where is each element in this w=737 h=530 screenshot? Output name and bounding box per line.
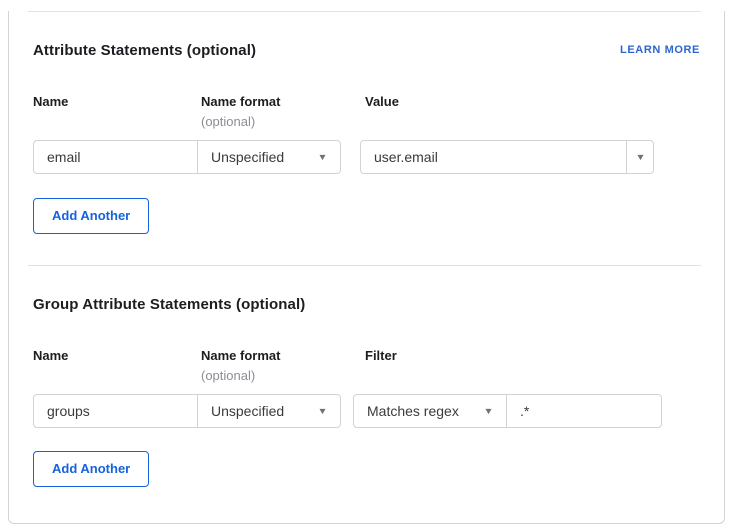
group-attribute-statements-title: Group Attribute Statements (optional) <box>33 296 305 313</box>
value-column-label: Value <box>365 92 399 112</box>
attribute-statements-title: Attribute Statements (optional) <box>33 42 256 59</box>
add-another-group-attribute-button[interactable]: Add Another <box>33 451 149 487</box>
chevron-down-icon: ▼ <box>635 153 645 162</box>
section-divider <box>28 265 701 266</box>
name-format-optional-note: (optional) <box>201 112 365 132</box>
group-name-column-label: Name <box>33 346 201 366</box>
group-name-input[interactable] <box>33 394 198 428</box>
group-column-labels: Name Name format (optional) Filter <box>33 346 700 386</box>
attribute-name-input[interactable] <box>33 140 198 174</box>
group-name-format-optional-note: (optional) <box>201 366 365 386</box>
group-attribute-statement-row: Unspecified ▼ Matches regex ▼ <box>33 394 700 428</box>
group-name-format-value: Unspecified <box>211 403 284 419</box>
filter-column-label: Filter <box>365 346 397 366</box>
attribute-statement-row: Unspecified ▼ ▼ <box>33 140 700 174</box>
section-divider <box>28 11 701 12</box>
group-name-format-column-label: Name format (optional) <box>201 346 365 386</box>
attribute-name-format-select[interactable]: Unspecified ▼ <box>197 140 341 174</box>
settings-card: Attribute Statements (optional) LEARN MO… <box>8 11 725 524</box>
group-name-format-select[interactable]: Unspecified ▼ <box>197 394 341 428</box>
group-filter-type-value: Matches regex <box>367 403 459 419</box>
attribute-value-input[interactable] <box>360 140 627 174</box>
chevron-down-icon: ▼ <box>317 407 327 416</box>
attribute-column-labels: Name Name format (optional) Value <box>33 92 700 132</box>
chevron-down-icon: ▼ <box>317 153 327 162</box>
learn-more-link[interactable]: LEARN MORE <box>620 44 700 56</box>
group-name-format-label-text: Name format <box>201 348 280 363</box>
group-filter-type-select[interactable]: Matches regex ▼ <box>353 394 507 428</box>
attribute-statements-header: Attribute Statements (optional) LEARN MO… <box>33 41 700 59</box>
chevron-down-icon: ▼ <box>483 407 493 416</box>
attribute-value-dropdown-button[interactable]: ▼ <box>626 140 654 174</box>
name-format-column-label: Name format (optional) <box>201 92 365 132</box>
name-format-label-text: Name format <box>201 94 280 109</box>
group-filter-value-input[interactable] <box>506 394 662 428</box>
attribute-name-format-value: Unspecified <box>211 149 284 165</box>
add-another-attribute-button[interactable]: Add Another <box>33 198 149 234</box>
name-column-label: Name <box>33 92 201 112</box>
group-attribute-statements-header: Group Attribute Statements (optional) <box>33 295 700 313</box>
